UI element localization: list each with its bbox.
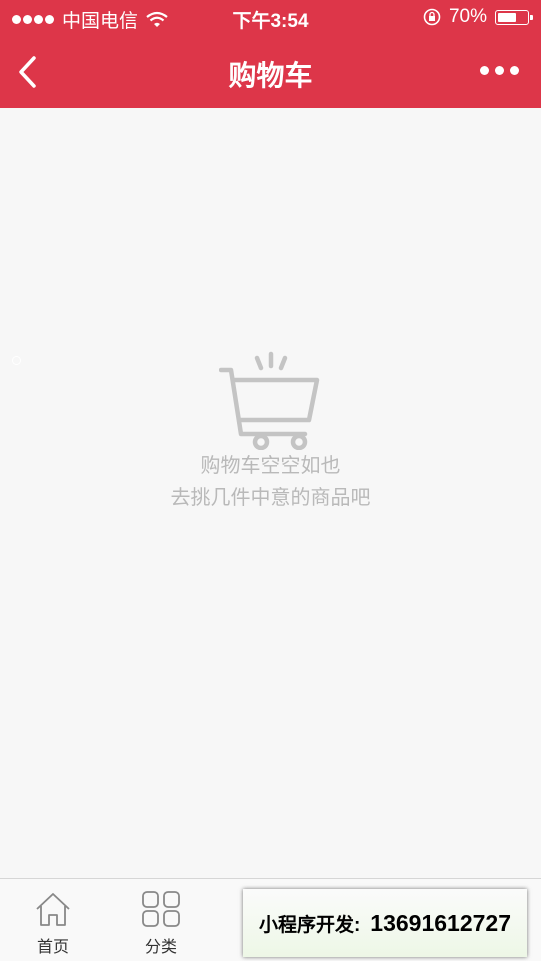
page-title: 购物车 [228,60,313,91]
empty-cart-state: 购物车空空如也 去挑几件中意的商品吧 [0,350,541,514]
orientation-lock-icon [423,8,441,26]
promo-phone: 13691612727 [370,909,512,936]
promo-label: 小程序开发: [258,914,361,936]
grid-icon [142,891,180,927]
battery-percent: 70% [448,6,487,27]
tab-home-label: 首页 [36,939,69,956]
empty-cart-message: 购物车空空如也 [200,455,341,477]
status-bar: 中国电信 下午3:54 70% [0,0,541,365]
empty-cart-hint: 去挑几件中意的商品吧 [170,487,371,509]
navigation-bar: 购物车 [0,36,541,108]
battery-icon [495,9,533,25]
shopping-cart-icon [218,351,319,450]
tab-home[interactable]: 首页 [13,891,93,957]
home-icon [36,893,70,926]
tab-category[interactable]: 分类 [121,891,201,957]
promo-banner: 小程序开发: 13691612727 [243,889,527,957]
tab-category-label: 分类 [144,939,177,956]
more-dots-icon[interactable] [480,66,519,75]
